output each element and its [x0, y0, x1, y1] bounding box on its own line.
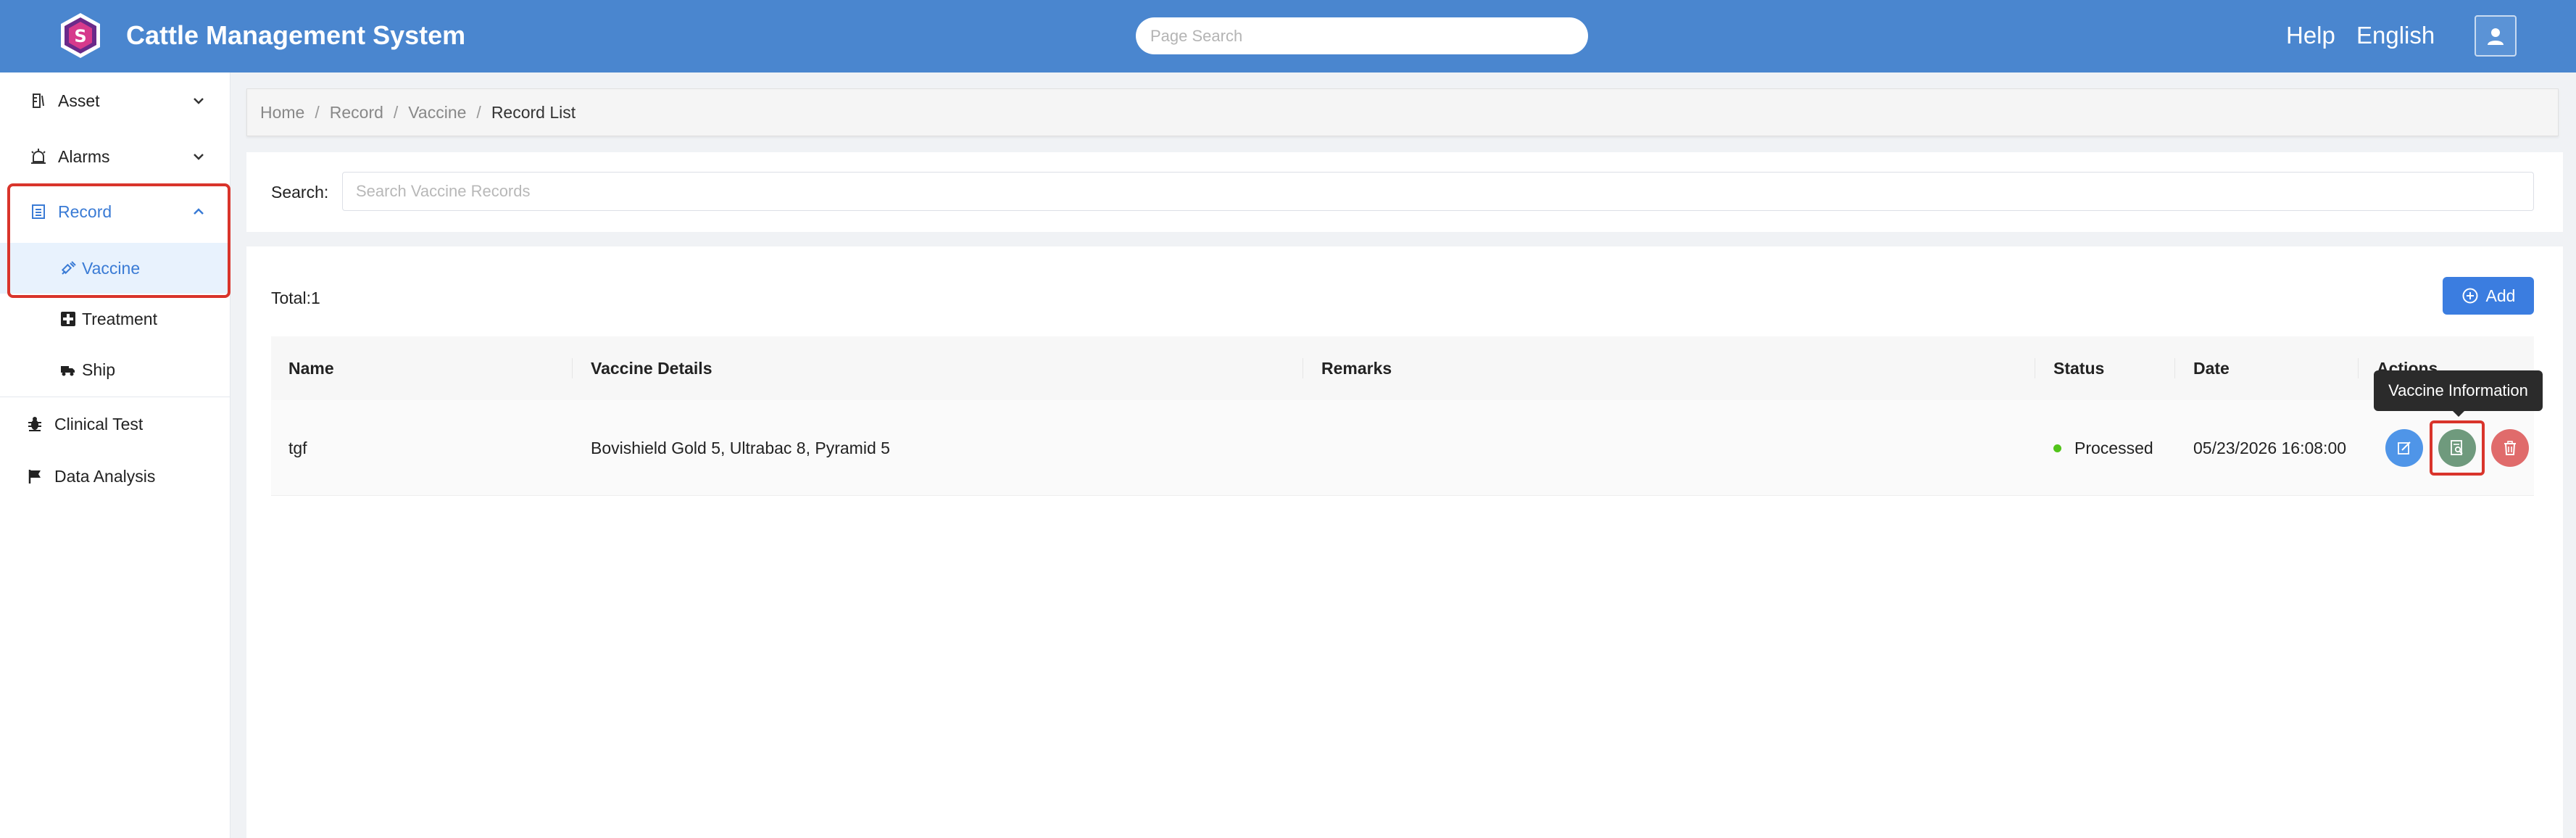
language-selector[interactable]: English — [2356, 20, 2435, 51]
help-link[interactable]: Help — [2286, 20, 2335, 51]
page-search-input[interactable] — [1136, 17, 1588, 54]
breadcrumb-separator: / — [476, 102, 481, 122]
sidebar-item-data-analysis[interactable]: Data Analysis — [0, 451, 227, 502]
sidebar-item-label: Clinical Test — [54, 414, 144, 433]
add-button-label: Add — [2485, 286, 2516, 305]
user-icon — [2488, 28, 2504, 45]
bug-icon — [25, 415, 44, 433]
chevron-down-icon — [194, 154, 204, 160]
breadcrumb-separator: / — [393, 102, 399, 122]
status-text: Processed — [2074, 438, 2153, 457]
column-divider — [1302, 358, 1303, 378]
breadcrumb-vaccine[interactable]: Vaccine — [408, 103, 466, 123]
breadcrumb-separator: / — [315, 102, 320, 122]
breadcrumb-current: Record List — [491, 102, 576, 122]
record-menu-highlight — [7, 183, 230, 298]
sidebar-item-label: Ship — [82, 360, 116, 379]
trash-icon — [2504, 441, 2516, 455]
user-avatar-button[interactable] — [2475, 15, 2517, 57]
table-header: Name Vaccine Details Remarks Status Date… — [271, 336, 2534, 400]
ruler-icon — [29, 91, 48, 110]
tooltip-arrow — [2452, 410, 2465, 417]
sidebar-item-label: Asset — [58, 91, 100, 110]
sidebar-item-alarms[interactable]: Alarms — [0, 131, 230, 182]
vaccine-information-tooltip: Vaccine Information — [2374, 370, 2543, 411]
logo-icon: S — [61, 13, 100, 58]
sidebar-item-label: Treatment — [82, 309, 157, 328]
edit-button[interactable] — [2385, 429, 2423, 467]
sidebar-item-asset[interactable]: Asset — [0, 75, 230, 126]
sidebar-item-clinical-test[interactable]: Clinical Test — [0, 399, 227, 449]
vaccine-information-highlight — [2430, 420, 2485, 476]
vaccine-records-search-input[interactable] — [342, 172, 2534, 211]
cell-name: tgf — [288, 438, 307, 457]
column-header-remarks[interactable]: Remarks — [1321, 336, 1392, 400]
app-title: Cattle Management System — [126, 20, 466, 50]
column-header-date[interactable]: Date — [2193, 336, 2230, 400]
search-panel: Search: — [246, 152, 2563, 232]
status-dot — [2053, 444, 2061, 452]
delete-button[interactable] — [2491, 429, 2529, 467]
column-divider — [2358, 358, 2359, 378]
sidebar-item-label: Data Analysis — [54, 466, 156, 486]
top-header: S Cattle Management System Help English — [0, 0, 2576, 72]
search-label: Search: — [271, 183, 329, 202]
alarm-icon — [29, 147, 48, 166]
edit-icon — [2398, 441, 2411, 455]
column-header-status[interactable]: Status — [2053, 336, 2104, 400]
breadcrumb: Home / Record / Vaccine / Record List — [246, 88, 2559, 136]
total-count: Total:1 — [271, 289, 320, 307]
add-button[interactable]: Add — [2443, 277, 2534, 315]
column-divider — [572, 358, 573, 378]
flag-icon — [25, 467, 44, 486]
breadcrumb-home[interactable]: Home — [260, 103, 304, 123]
chevron-down-icon — [194, 98, 204, 104]
truck-icon — [59, 361, 77, 378]
column-header-name[interactable]: Name — [288, 336, 334, 400]
sidebar-item-treatment[interactable]: Treatment — [0, 294, 230, 344]
sidebar-item-ship[interactable]: Ship — [0, 344, 230, 395]
svg-text:S: S — [74, 26, 86, 46]
column-header-vaccine-details[interactable]: Vaccine Details — [591, 336, 712, 400]
column-divider — [2174, 358, 2175, 378]
medical-cross-icon — [59, 310, 77, 328]
table-row[interactable]: tgf Bovishield Gold 5, Ultrabac 8, Pyram… — [271, 400, 2534, 496]
records-panel: Total:1 Add Name Vaccine Details Remarks… — [246, 246, 2563, 838]
breadcrumb-record[interactable]: Record — [330, 103, 383, 123]
cell-status: Processed — [2053, 400, 2153, 496]
cell-vaccine-details: Bovishield Gold 5, Ultrabac 8, Pyramid 5 — [591, 438, 890, 457]
sidebar-item-label: Alarms — [58, 146, 110, 166]
plus-circle-icon — [2462, 288, 2478, 304]
cell-date: 05/23/2026 16:08:00 — [2193, 438, 2347, 457]
